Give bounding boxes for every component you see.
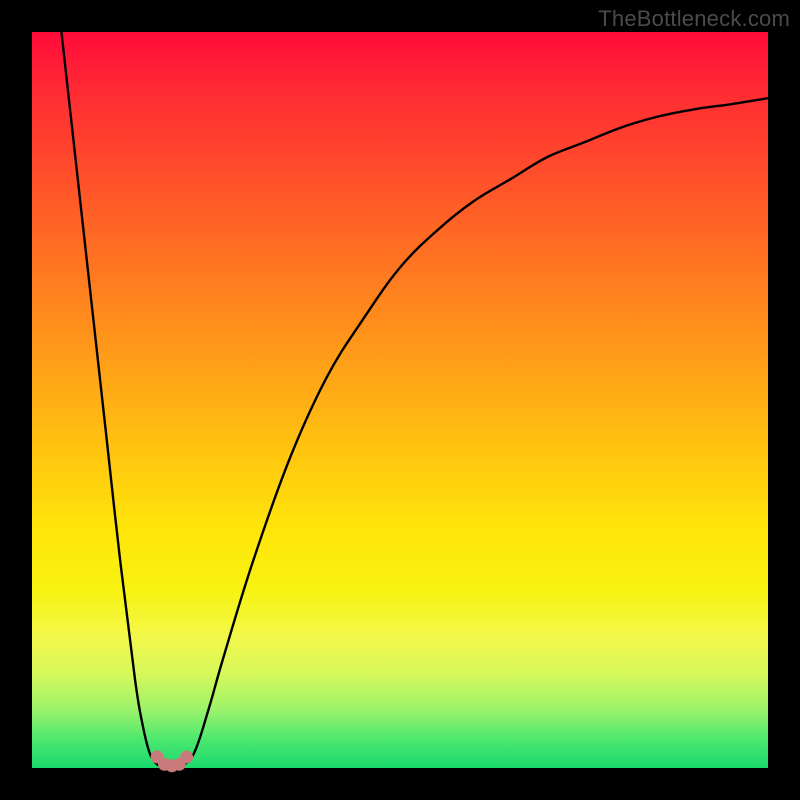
curve-min-marker [180, 750, 193, 763]
bottleneck-curve [32, 32, 768, 768]
plot-area [32, 32, 768, 768]
chart-frame: TheBottleneck.com [0, 0, 800, 800]
curve-min-markers [151, 750, 193, 772]
watermark-text: TheBottleneck.com [598, 6, 790, 32]
curve-left-branch [61, 32, 164, 768]
curve-right-branch [179, 98, 768, 768]
